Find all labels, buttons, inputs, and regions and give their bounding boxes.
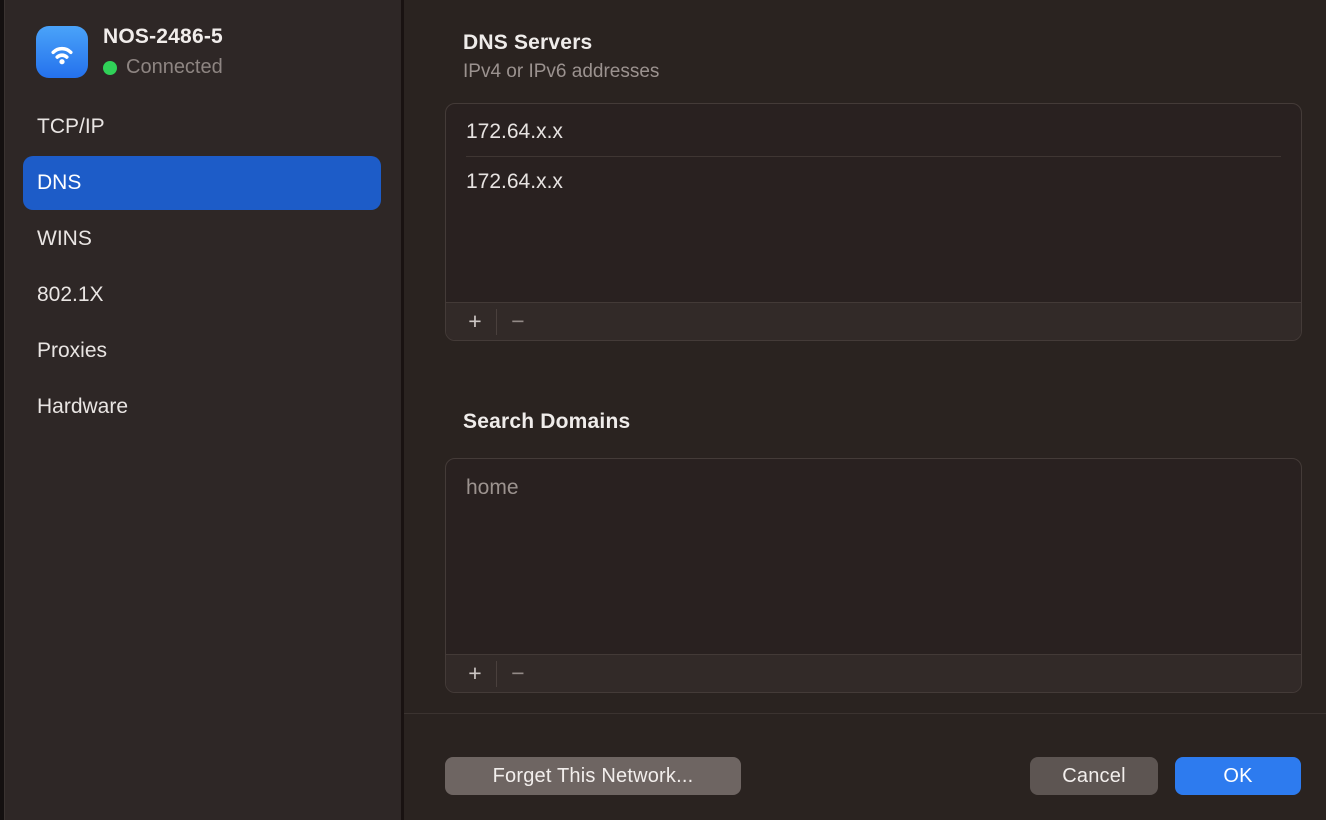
sidebar-item-hardware[interactable]: Hardware	[23, 380, 381, 434]
sidebar: NOS-2486-5 Connected TCP/IP DNS WINS 802…	[0, 0, 404, 820]
network-status: Connected	[103, 56, 223, 79]
network-details-window: NOS-2486-5 Connected TCP/IP DNS WINS 802…	[0, 0, 1326, 820]
add-dns-server-button[interactable]: +	[459, 303, 491, 341]
sidebar-item-proxies[interactable]: Proxies	[23, 324, 381, 378]
sidebar-item-dns[interactable]: DNS	[23, 156, 381, 210]
dns-servers-listbox: 172.64.x.x 172.64.x.x + −	[445, 103, 1302, 341]
dns-servers-title: DNS Servers	[463, 31, 592, 55]
window-edge	[0, 0, 5, 820]
dns-server-entry[interactable]: 172.64.x.x	[466, 108, 1281, 157]
sidebar-item-wins[interactable]: WINS	[23, 212, 381, 266]
dns-servers-list: 172.64.x.x 172.64.x.x	[446, 104, 1301, 206]
connected-dot-icon	[103, 61, 117, 75]
network-identity: NOS-2486-5 Connected	[103, 25, 223, 79]
sidebar-item-tcpip[interactable]: TCP/IP	[23, 100, 381, 154]
network-name: NOS-2486-5	[103, 25, 223, 49]
search-domain-entry[interactable]: home	[466, 463, 1281, 512]
cancel-button[interactable]: Cancel	[1030, 757, 1158, 795]
remove-dns-server-button[interactable]: −	[502, 303, 534, 341]
network-header: NOS-2486-5 Connected	[36, 25, 223, 79]
remove-search-domain-button[interactable]: −	[502, 655, 534, 693]
add-search-domain-button[interactable]: +	[459, 655, 491, 693]
connection-status-label: Connected	[126, 56, 223, 79]
sidebar-nav: TCP/IP DNS WINS 802.1X Proxies Hardware	[23, 100, 381, 436]
toolbar-divider	[496, 661, 497, 687]
wifi-icon	[36, 26, 88, 78]
footer-divider	[404, 713, 1326, 714]
dns-servers-list-toolbar: + −	[446, 302, 1301, 340]
dns-server-entry[interactable]: 172.64.x.x	[466, 157, 1281, 206]
toolbar-divider	[496, 309, 497, 335]
sidebar-item-8021x[interactable]: 802.1X	[23, 268, 381, 322]
search-domains-list: home	[446, 459, 1301, 512]
search-domains-title: Search Domains	[463, 410, 630, 434]
dns-servers-subtitle: IPv4 or IPv6 addresses	[463, 61, 659, 83]
forget-network-button[interactable]: Forget This Network...	[445, 757, 741, 795]
ok-button[interactable]: OK	[1175, 757, 1301, 795]
search-domains-listbox: home + −	[445, 458, 1302, 693]
dns-pane: DNS Servers IPv4 or IPv6 addresses 172.6…	[404, 0, 1326, 820]
search-domains-list-toolbar: + −	[446, 654, 1301, 692]
